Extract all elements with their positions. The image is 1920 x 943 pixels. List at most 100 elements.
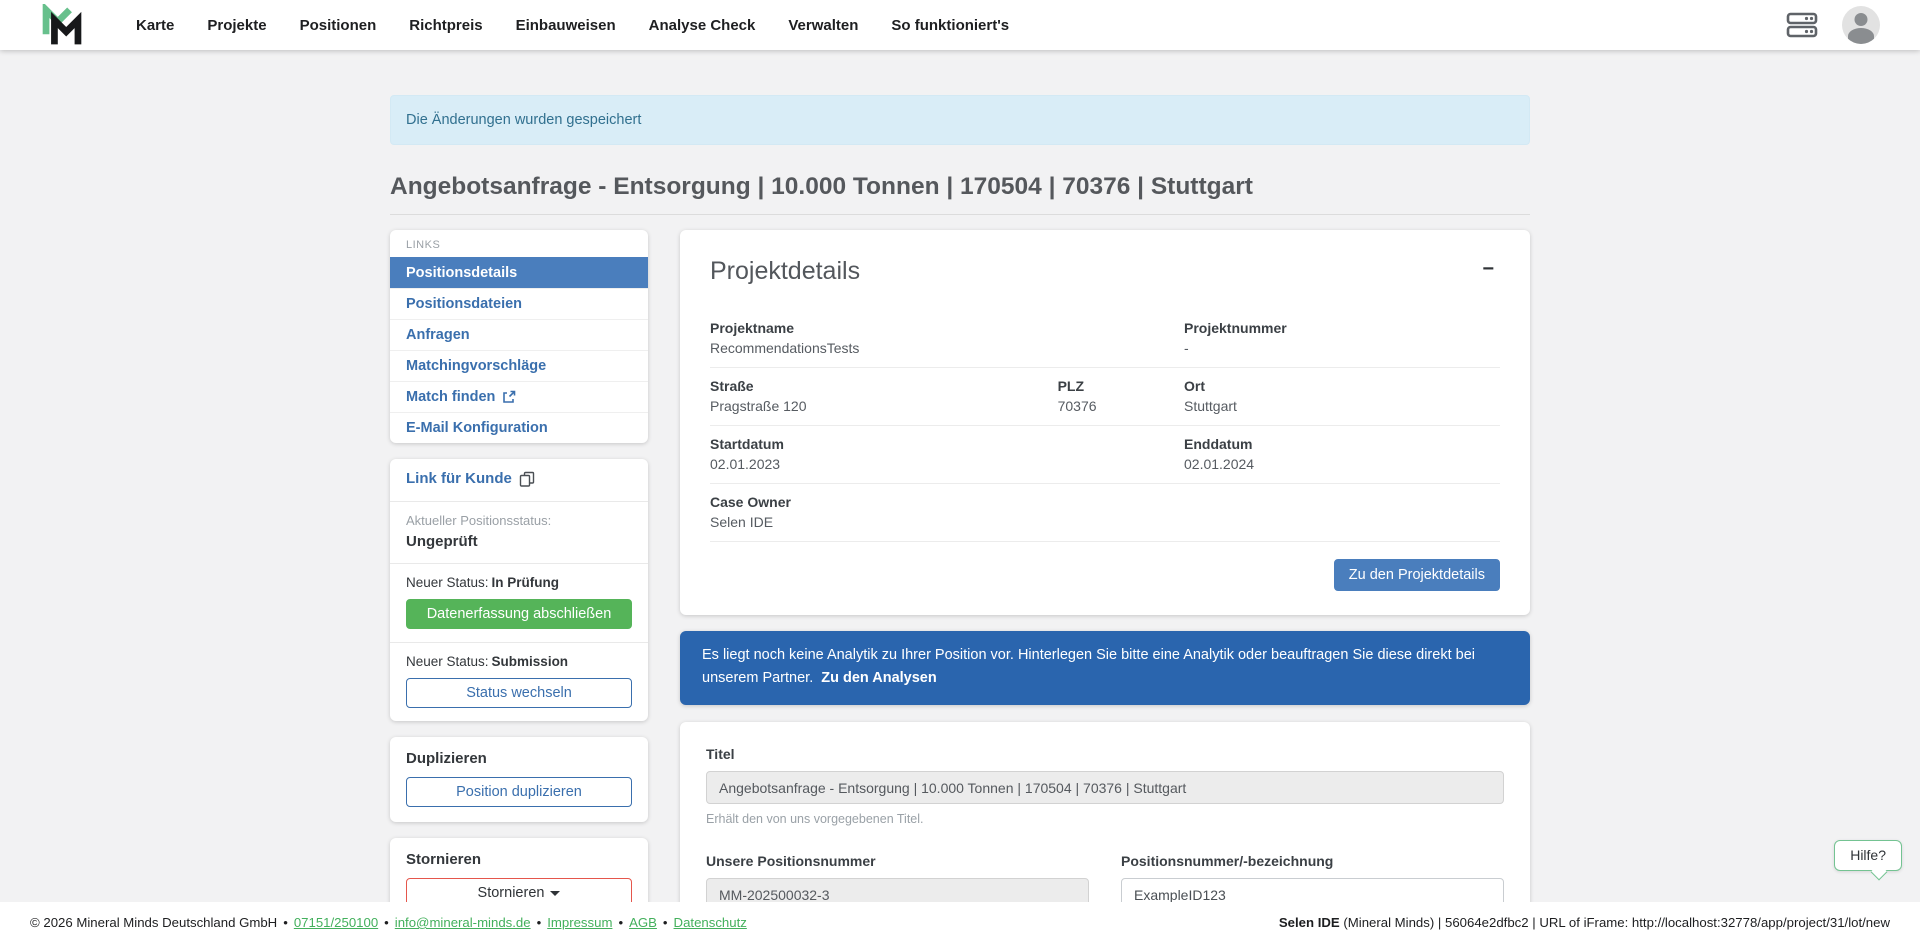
sidebar-item-positionsdetails[interactable]: Positionsdetails (390, 257, 648, 288)
footer-link-impressum[interactable]: Impressum (547, 915, 612, 930)
field-label: Case Owner (710, 494, 1500, 510)
analytics-banner-text: Es liegt noch keine Analytik zu Ihrer Po… (702, 647, 1475, 686)
field-label: Projektname (710, 320, 1184, 336)
duplicate-card: Duplizieren Position duplizieren (390, 737, 648, 822)
separator-dot (663, 915, 668, 930)
nav-item-analyse-check[interactable]: Analyse Check (649, 17, 756, 34)
project-row-name-number: Projektname RecommendationsTests Projekt… (710, 310, 1500, 368)
sidebar-item-positionsdateien[interactable]: Positionsdateien (390, 288, 648, 319)
duplicate-position-button[interactable]: Position duplizieren (406, 777, 632, 807)
field-value: Pragstraße 120 (710, 398, 1058, 414)
switch-status-button[interactable]: Status wechseln (406, 678, 632, 708)
links-card: LINKS Positionsdetails Positionsdateien … (390, 230, 648, 443)
nav-item-richtpreis[interactable]: Richtpreis (409, 17, 482, 34)
nav-item-projekte[interactable]: Projekte (207, 17, 266, 34)
new-status-prefix: Neuer Status: (406, 575, 489, 590)
sidebar: LINKS Positionsdetails Positionsdateien … (390, 230, 648, 902)
field-label: Straße (710, 378, 1058, 394)
current-status-value: Ungeprüft (406, 533, 632, 550)
sidebar-item-label: Matchingvorschläge (406, 358, 546, 374)
sidebar-item-label: Positionsdateien (406, 296, 522, 312)
footer: © 2026 Mineral Minds Deutschland GmbH 07… (0, 902, 1920, 943)
footer-link-phone[interactable]: 07151/250100 (294, 915, 378, 930)
new-status-prefix: Neuer Status: (406, 654, 489, 669)
session-user: Selen IDE (1279, 915, 1340, 930)
page-title: Angebotsanfrage - Entsorgung | 10.000 To… (390, 173, 1530, 215)
field-value: RecommendationsTests (710, 340, 1184, 356)
footer-link-email[interactable]: info@mineral-minds.de (395, 915, 531, 930)
title-field-label: Titel (706, 746, 1504, 762)
help-button[interactable]: Hilfe? (1834, 840, 1902, 871)
field-label: Startdatum (710, 436, 1184, 452)
go-to-analyses-link[interactable]: Zu den Analysen (821, 670, 936, 686)
cancel-card-title: Stornieren (406, 851, 632, 868)
cancel-dropdown-button[interactable]: Stornieren (406, 878, 632, 902)
new-status-line-1: Neuer Status:In Prüfung (406, 575, 632, 590)
nav-item-positionen[interactable]: Positionen (300, 17, 377, 34)
sidebar-item-match-finden[interactable]: Match finden (390, 381, 648, 412)
content-area: Die Änderungen wurden gespeichert Angebo… (0, 50, 1920, 902)
duplicate-card-title: Duplizieren (406, 750, 632, 767)
sidebar-item-label: E-Mail Konfiguration (406, 420, 548, 436)
nav-item-so-funktionierts[interactable]: So funktioniert's (891, 17, 1009, 34)
avatar-head-icon (1855, 13, 1868, 26)
title-field-helper: Erhält den von uns vorgegebenen Titel. (706, 812, 1504, 826)
separator-dot (537, 915, 542, 930)
go-to-project-details-button[interactable]: Zu den Projektdetails (1334, 559, 1500, 591)
field-value: - (1184, 340, 1500, 356)
field-label: Enddatum (1184, 436, 1500, 452)
footer-left: © 2026 Mineral Minds Deutschland GmbH 07… (30, 915, 747, 930)
sidebar-item-anfragen[interactable]: Anfragen (390, 319, 648, 350)
user-avatar[interactable] (1842, 6, 1880, 44)
copy-icon (519, 471, 535, 487)
analytics-banner: Es liegt noch keine Analytik zu Ihrer Po… (680, 631, 1530, 705)
field-value: 02.01.2023 (710, 456, 1184, 472)
help-button-label: Hilfe? (1850, 847, 1886, 863)
sidebar-item-matchingvorschlaege[interactable]: Matchingvorschläge (390, 350, 648, 381)
field-value: 02.01.2024 (1184, 456, 1500, 472)
field-label: Projektnummer (1184, 320, 1500, 336)
external-link-icon (502, 390, 516, 404)
field-label: Ort (1184, 378, 1500, 394)
position-form-card: Titel Erhält den von uns vorgegebenen Ti… (680, 722, 1530, 902)
caret-down-icon (550, 891, 560, 896)
sidebar-item-email-konfiguration[interactable]: E-Mail Konfiguration (390, 412, 648, 443)
status-card: Link für Kunde Aktueller Positionsstatus… (390, 459, 648, 721)
cancel-card: Stornieren Stornieren (390, 838, 648, 902)
field-value: Selen IDE (710, 514, 1500, 530)
collapse-minus-icon[interactable]: − (1476, 257, 1500, 281)
separator-dot (283, 915, 288, 930)
title-field-input (706, 771, 1504, 804)
project-row-address: Straße Pragstraße 120 PLZ 70376 Ort Stut… (710, 368, 1500, 426)
mineral-minds-logo[interactable] (40, 4, 84, 46)
session-info: Selen IDE (Mineral Minds) | 56064e2dfbc2… (1279, 915, 1890, 930)
cancel-button-label: Stornieren (478, 885, 545, 901)
customer-link[interactable]: Link für Kunde (406, 470, 535, 487)
customer-link-label: Link für Kunde (406, 470, 512, 487)
project-details-card: Projektdetails − Projektname Recommendat… (680, 230, 1530, 615)
nav-item-verwalten[interactable]: Verwalten (788, 17, 858, 34)
our-number-label: Unsere Positionsnummer (706, 853, 1089, 869)
sidebar-item-label: Match finden (406, 389, 495, 405)
our-number-input (706, 878, 1089, 902)
footer-link-agb[interactable]: AGB (629, 915, 657, 930)
position-number-input[interactable] (1121, 878, 1504, 902)
project-details-title: Projektdetails (710, 257, 860, 286)
avatar-body-icon (1848, 28, 1874, 44)
project-row-owner: Case Owner Selen IDE (710, 484, 1500, 542)
card-stack-icon[interactable] (1786, 12, 1818, 38)
footer-link-datenschutz[interactable]: Datenschutz (674, 915, 747, 930)
new-status-line-2: Neuer Status:Submission (406, 654, 632, 669)
new-status-value: In Prüfung (492, 575, 560, 590)
copyright-text: © 2026 Mineral Minds Deutschland GmbH (30, 915, 277, 930)
nav-item-karte[interactable]: Karte (136, 17, 174, 34)
top-navigation-bar: Karte Projekte Positionen Richtpreis Ein… (0, 0, 1920, 50)
links-card-title: LINKS (390, 230, 648, 257)
main-nav: Karte Projekte Positionen Richtpreis Ein… (136, 17, 1009, 34)
nav-item-einbauweisen[interactable]: Einbauweisen (516, 17, 616, 34)
session-details: (Mineral Minds) | 56064e2dfbc2 | URL of … (1340, 915, 1890, 930)
sidebar-item-label: Positionsdetails (406, 265, 517, 281)
field-label: PLZ (1058, 378, 1184, 394)
finish-data-entry-button[interactable]: Datenerfassung abschließen (406, 599, 632, 629)
position-number-label: Positionsnummer/-bezeichnung (1121, 853, 1504, 869)
